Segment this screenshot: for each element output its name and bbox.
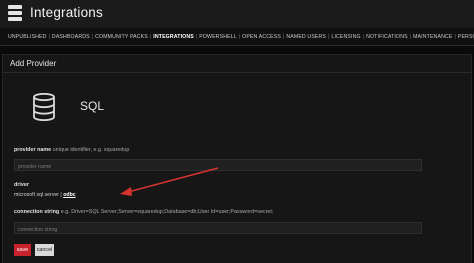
nav-separator: | xyxy=(454,33,456,40)
connection-string-label-text: connection string xyxy=(14,209,60,215)
driver-option-odbc[interactable]: odbc xyxy=(63,192,75,198)
connection-string-label: connection string e.g. Driver=SQL Server… xyxy=(14,209,273,215)
divider xyxy=(3,72,471,73)
driver-options: microsoft sql server | odbc xyxy=(14,192,76,198)
tab-integrations[interactable]: INTEGRATIONS xyxy=(153,34,194,40)
tab-maintenance[interactable]: MAINTENANCE xyxy=(413,34,452,40)
server-icon xyxy=(8,5,22,21)
tab-named-users[interactable]: NAMED USERS xyxy=(286,34,326,40)
page-title: Integrations xyxy=(30,5,103,20)
tab-community-packs[interactable]: COMMUNITY PACKS xyxy=(95,34,148,40)
provider-name-label-text: provider name xyxy=(14,147,52,153)
nav-separator: | xyxy=(282,33,285,40)
cancel-button[interactable]: cancel xyxy=(35,244,54,256)
nav-separator: | xyxy=(409,33,412,40)
nav-separator: | xyxy=(328,33,330,40)
tab-powershell[interactable]: POWERSHELL xyxy=(199,34,237,40)
tab-unpublished[interactable]: UNPUBLISHED xyxy=(8,34,47,40)
provider-name-input[interactable] xyxy=(14,159,422,171)
provider-type-label: SQL xyxy=(80,99,105,113)
tab-licensing[interactable]: LICENSING xyxy=(331,34,360,40)
tab-dashboards[interactable]: DASHBOARDS xyxy=(52,34,90,40)
settings-nav: UNPUBLISHED | DASHBOARDS | COMMUNITY PACKS | I… xyxy=(0,28,474,46)
tab-notifications[interactable]: NOTIFICATIONS xyxy=(366,34,408,40)
save-button[interactable]: save xyxy=(14,244,31,256)
nav-separator: | xyxy=(91,33,94,40)
nav-separator: | xyxy=(195,33,198,40)
driver-option-mssql[interactable]: microsoft sql server xyxy=(14,192,59,198)
nav-separator: | xyxy=(238,33,241,40)
add-provider-panel: Add Provider SQL provider name unique id… xyxy=(2,54,472,263)
tab-open-access[interactable]: OPEN ACCESS xyxy=(242,34,281,40)
header-bar: Integrations xyxy=(0,0,474,28)
nav-separator: | xyxy=(362,33,365,40)
driver-separator: | xyxy=(60,192,62,198)
provider-name-hint: unique identifier, e.g. squaredup xyxy=(52,147,130,153)
provider-name-label: provider name unique identifier, e.g. sq… xyxy=(14,147,129,153)
panel-title: Add Provider xyxy=(10,59,57,68)
tab-personalization[interactable]: PERSONALIZATION xyxy=(458,34,474,40)
nav-separator: | xyxy=(149,33,152,40)
driver-label: driver xyxy=(14,182,29,188)
app-window: Integrations UNPUBLISHED | DASHBOARDS | COMM… xyxy=(0,0,474,263)
connection-string-input[interactable] xyxy=(14,222,422,234)
nav-separator: | xyxy=(48,33,50,40)
connection-string-hint: e.g. Driver=SQL Server;Server=squaredup;… xyxy=(60,209,274,215)
database-icon xyxy=(33,93,55,121)
